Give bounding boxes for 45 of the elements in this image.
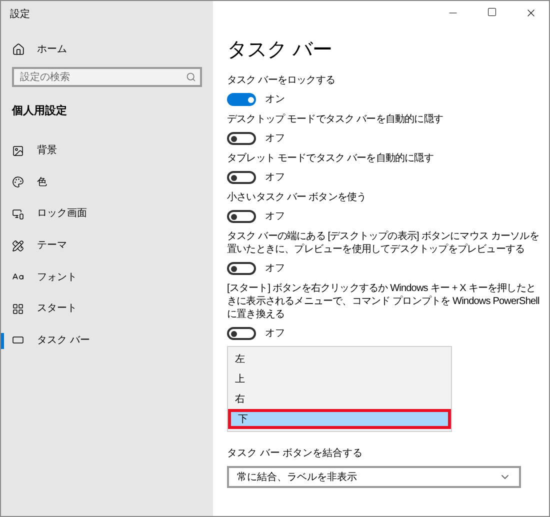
sidebar-item[interactable]: スタート xyxy=(1,292,213,325)
landscape-icon xyxy=(12,144,24,157)
grid-icon xyxy=(12,302,24,315)
home-link[interactable]: ホーム xyxy=(1,39,213,59)
setting-label: デスクトップ モードでタスク バーを自動的に隠す xyxy=(227,113,444,126)
toggle-switch[interactable] xyxy=(227,132,256,145)
maximize-button[interactable] xyxy=(487,7,497,17)
dropdown-option[interactable]: 右 xyxy=(228,389,451,409)
palette-icon xyxy=(12,176,24,188)
toggle-switch[interactable] xyxy=(227,210,256,223)
toggle-state: オフ xyxy=(265,327,285,341)
sidebar-item[interactable]: テーマ xyxy=(1,230,213,262)
screen-icon xyxy=(12,208,24,220)
setting-label: タスク バー ボタンを結合する xyxy=(227,447,364,461)
setting-label: タブレット モードでタスク バーを自動的に隠す xyxy=(227,152,434,165)
toggle-state: オフ xyxy=(265,132,285,146)
combine-select[interactable]: 常に結合、ラベルを非表示 xyxy=(227,466,521,488)
dropdown-option[interactable]: 下 xyxy=(228,409,451,429)
toggle-switch[interactable] xyxy=(227,327,256,340)
setting-label: [スタート] ボタンを右クリックするか Windows キー + X キーを押したときに表示されるメニューで、コマンド プロンプトを Windows PowerShell に置き換える xyxy=(227,282,540,321)
dropdown-option[interactable]: 左 xyxy=(228,349,451,369)
toggle-switch[interactable] xyxy=(227,171,256,184)
home-icon xyxy=(12,42,25,56)
window-title: 設定 xyxy=(9,8,31,22)
sidebar-item[interactable]: 色 xyxy=(1,166,213,198)
rectangle-icon xyxy=(12,334,24,346)
setting-label: タスク バーをロックする xyxy=(227,74,336,87)
section-heading: 個人用設定 xyxy=(10,104,68,119)
sidebar-item[interactable]: ロック画面 xyxy=(1,198,213,230)
dropdown-option[interactable]: 上 xyxy=(228,369,451,389)
setting-label: タスク バーの端にある [デスクトップの表示] ボタンにマウス カーソルを置いたときに、プレビューを使用してデスクトップをプレビューする xyxy=(227,230,540,256)
toggle-switch[interactable] xyxy=(227,93,256,106)
toggle-state: オフ xyxy=(265,262,285,276)
search-field[interactable]: 設定の検索 xyxy=(12,67,202,87)
toggle-state: オン xyxy=(265,93,285,107)
setting-label: 小さいタスク バー ボタンを使う xyxy=(227,191,368,204)
toggle-state: オフ xyxy=(265,210,285,224)
pencil-icon xyxy=(12,240,24,252)
page-title: タスク バー xyxy=(227,38,334,63)
sidebar-item[interactable]: 背景 xyxy=(1,135,213,167)
search-icon xyxy=(186,72,196,82)
sidebar-item[interactable]: フォント xyxy=(1,261,213,293)
close-button[interactable] xyxy=(525,7,537,19)
toggle-state: オフ xyxy=(265,171,285,185)
toggle-switch[interactable] xyxy=(227,262,256,275)
